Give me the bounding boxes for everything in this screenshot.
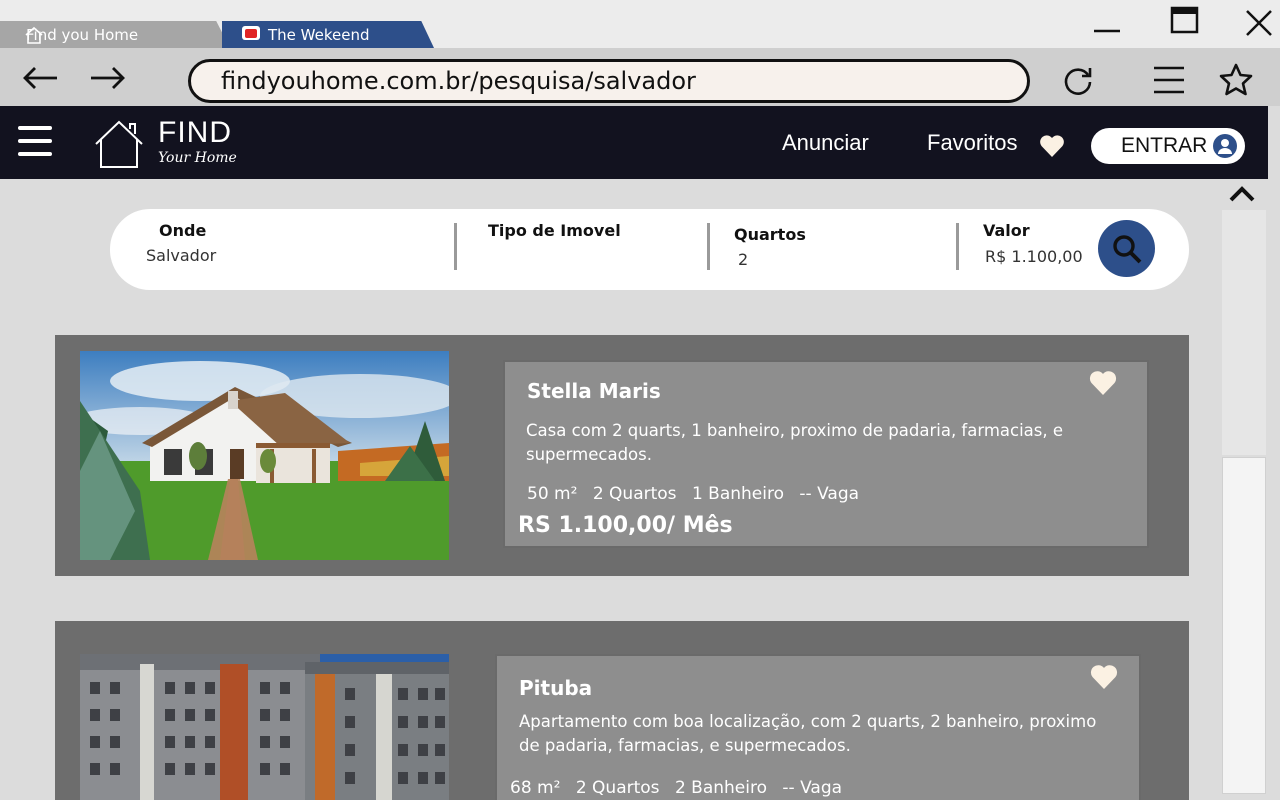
tab-the-wekeend[interactable]: The Wekeend bbox=[222, 21, 434, 48]
feature-parking: -- Vaga bbox=[782, 778, 843, 798]
maximize-icon[interactable] bbox=[1170, 6, 1200, 41]
listing-price: RS 1.100,00/ Mês bbox=[518, 513, 733, 538]
close-icon[interactable] bbox=[1244, 8, 1274, 45]
browser-toolbar: findyouhome.com.br/pesquisa/salvador bbox=[0, 48, 1280, 106]
nav-anunciar[interactable]: Anunciar bbox=[782, 130, 869, 156]
minimize-icon[interactable] bbox=[1092, 4, 1122, 41]
bookmark-star-icon[interactable] bbox=[1218, 62, 1254, 98]
listing-card[interactable]: Stella Maris Casa com 2 quarts, 1 banhei… bbox=[55, 335, 1189, 576]
feature-area: 50 m² bbox=[527, 484, 578, 504]
listing-description: Casa com 2 quarts, 1 banheiro, proximo d… bbox=[526, 421, 1064, 464]
listing-card[interactable]: Pituba Apartamento com boa localização, … bbox=[55, 621, 1189, 800]
feature-rooms: 2 Quartos bbox=[592, 484, 677, 504]
nav-favoritos[interactable]: Favoritos bbox=[927, 130, 1017, 156]
tab-find-you-home[interactable]: Find you Home bbox=[0, 21, 230, 48]
search-bar: Onde Salvador Tipo de Imovel Quartos 2 V… bbox=[110, 209, 1189, 290]
search-label-quartos: Quartos bbox=[734, 225, 806, 244]
search-button[interactable] bbox=[1098, 220, 1155, 277]
home-icon bbox=[24, 26, 44, 48]
user-icon bbox=[1213, 134, 1237, 158]
logo-text: FIND bbox=[158, 116, 232, 149]
feature-bathrooms: 1 Banheiro bbox=[691, 484, 785, 504]
youtube-icon bbox=[242, 26, 260, 40]
feature-parking: -- Vaga bbox=[799, 484, 860, 504]
listing-features: 68 m² 2 Quartos 2 Banheiro -- Vaga bbox=[510, 778, 852, 798]
divider bbox=[454, 223, 457, 270]
menu-icon[interactable] bbox=[1151, 62, 1187, 98]
feature-area: 68 m² bbox=[510, 778, 561, 798]
listing-info-panel: Pituba Apartamento com boa localização, … bbox=[495, 654, 1141, 800]
divider bbox=[956, 223, 959, 270]
address-bar[interactable]: findyouhome.com.br/pesquisa/salvador bbox=[188, 59, 1030, 103]
feature-bathrooms: 2 Banheiro bbox=[674, 778, 768, 798]
scroll-up-icon[interactable] bbox=[1226, 183, 1258, 207]
listing-photo-apartment[interactable] bbox=[80, 654, 449, 800]
logo-subtitle: Your Home bbox=[158, 150, 237, 166]
site-logo[interactable]: FIND Your Home bbox=[92, 116, 252, 170]
login-button[interactable]: ENTRAR bbox=[1091, 128, 1245, 164]
hamburger-menu-icon[interactable] bbox=[18, 126, 52, 156]
search-input-valor[interactable]: R$ 1.100,00 bbox=[985, 247, 1083, 266]
search-input-onde[interactable]: Salvador bbox=[146, 246, 216, 265]
arrow-left-icon bbox=[23, 67, 57, 89]
listing-description: Apartamento com boa localização, com 2 q… bbox=[519, 712, 1097, 755]
listing-title: Stella Maris bbox=[527, 379, 661, 403]
listing-features: 50 m² 2 Quartos 1 Banheiro -- Vaga bbox=[527, 484, 869, 504]
scrollbar-track-lower[interactable] bbox=[1222, 457, 1266, 794]
search-label-valor: Valor bbox=[983, 221, 1030, 240]
house-logo-icon bbox=[95, 120, 143, 168]
listing-title: Pituba bbox=[519, 676, 593, 700]
listing-photo-house[interactable] bbox=[80, 351, 449, 560]
browser-tab-bar: Find you Home The Wekeend bbox=[0, 0, 1280, 48]
scrollbar-thumb[interactable] bbox=[1222, 210, 1266, 455]
login-label: ENTRAR bbox=[1121, 134, 1208, 157]
search-icon bbox=[1112, 234, 1141, 263]
heart-icon bbox=[1040, 135, 1064, 157]
search-label-tipo: Tipo de Imovel bbox=[488, 221, 621, 240]
search-label-onde: Onde bbox=[159, 221, 207, 240]
back-button[interactable] bbox=[20, 60, 60, 96]
reload-icon[interactable] bbox=[1060, 62, 1096, 98]
divider bbox=[707, 223, 710, 270]
arrow-right-icon bbox=[91, 67, 125, 89]
favorite-heart-icon[interactable] bbox=[1089, 370, 1117, 396]
forward-button[interactable] bbox=[88, 60, 128, 96]
url-text: findyouhome.com.br/pesquisa/salvador bbox=[221, 67, 696, 95]
listing-info-panel: Stella Maris Casa com 2 quarts, 1 banhei… bbox=[503, 360, 1149, 548]
tab-label: The Wekeend bbox=[268, 25, 370, 44]
site-header: FIND Your Home Anunciar Favoritos ENTRAR bbox=[0, 106, 1268, 179]
feature-rooms: 2 Quartos bbox=[575, 778, 660, 798]
search-input-quartos[interactable]: 2 bbox=[738, 250, 748, 269]
favorite-heart-icon[interactable] bbox=[1090, 664, 1118, 690]
